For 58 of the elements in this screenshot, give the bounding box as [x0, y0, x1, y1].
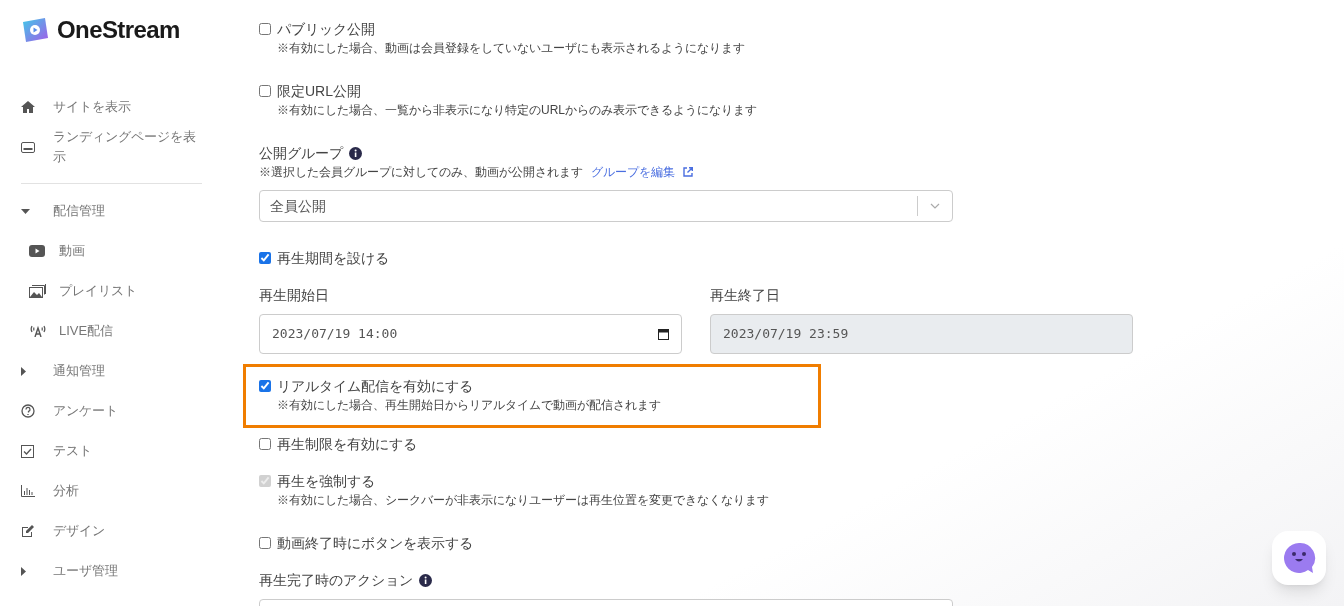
checkbox[interactable]: [259, 252, 271, 264]
field-label: 再生完了時のアクション: [259, 570, 413, 590]
checkbox-label[interactable]: 動画終了時にボタンを表示する: [277, 532, 473, 554]
video-icon: [29, 245, 45, 257]
checkbox[interactable]: [259, 438, 271, 450]
question-icon: [21, 404, 35, 418]
checkbox[interactable]: [259, 380, 271, 392]
sidebar-item[interactable]: テスト: [21, 431, 202, 471]
logo-text: OneStream: [57, 15, 180, 45]
checkbox-label[interactable]: 再生期間を設ける: [277, 247, 389, 269]
checkbox-label[interactable]: パブリック公開: [277, 18, 375, 40]
checkbox-label[interactable]: 限定URL公開: [277, 80, 361, 102]
calendar-icon: [658, 328, 669, 340]
info-icon: [419, 573, 432, 587]
sidebar-item[interactable]: 動画: [21, 231, 202, 271]
date-field[interactable]: 2023/07/19 14:00: [259, 314, 682, 354]
checkbox-label[interactable]: リアルタイム配信を有効にする: [277, 375, 473, 397]
chat-button[interactable]: [1272, 531, 1326, 585]
sidebar-item[interactable]: サイトを表示: [21, 87, 202, 127]
help-text: ※有効にした場合、シークバーが非表示になりユーザーは再生位置を変更できなくなります: [276, 492, 770, 509]
info-icon: [349, 146, 362, 160]
bar-chart-icon: [21, 485, 35, 497]
external-link-icon: [683, 167, 693, 177]
sidebar-item[interactable]: デザイン: [21, 511, 202, 551]
field-label: 公開グループ: [259, 143, 343, 163]
edit-icon: [21, 524, 35, 538]
sidebar-item[interactable]: ランディングページを表示: [21, 127, 202, 167]
help-text: ※有効にした場合、再生開始日からリアルタイムで動画が配信されます: [276, 397, 662, 414]
help-text: ※有効にした場合、一覧から非表示になり特定のURLからのみ表示できるようになります: [276, 102, 758, 119]
checkbox-icon: [21, 444, 34, 458]
sidebar-item[interactable]: プレイリスト: [21, 271, 202, 311]
sidebar-item[interactable]: ユーザ管理: [21, 551, 202, 591]
images-icon: [29, 284, 47, 298]
logo-icon: [21, 16, 49, 44]
screen-icon: [21, 141, 35, 153]
sidebar-item[interactable]: LIVE配信: [21, 311, 202, 351]
caret-icon: [21, 208, 30, 214]
caret-icon: [21, 366, 26, 376]
field-label: 再生開始日: [259, 286, 330, 305]
caret-icon: [21, 566, 26, 576]
sidebar-item[interactable]: 通知管理: [21, 351, 202, 391]
help-text: ※選択した会員グループに対してのみ、動画が公開されます: [259, 164, 583, 181]
checkbox-label[interactable]: 再生制限を有効にする: [277, 433, 417, 455]
sidebar-item[interactable]: アンケート: [21, 391, 202, 431]
date-field: 2023/07/19 23:59: [710, 314, 1133, 354]
broadcast-icon: [29, 325, 47, 337]
chevron-down-icon: [930, 203, 940, 209]
checkbox[interactable]: [259, 23, 271, 35]
checkbox[interactable]: [259, 537, 271, 549]
field-label: 再生終了日: [710, 286, 781, 305]
checkbox[interactable]: [259, 85, 271, 97]
help-text: ※有効にした場合、動画は会員登録をしていないユーザにも表示されるようになります: [276, 40, 746, 57]
sidebar-item[interactable]: 分析: [21, 471, 202, 511]
select-field[interactable]: 全員公開: [259, 190, 953, 222]
chat-bubble-icon: [1282, 541, 1316, 575]
home-icon: [21, 101, 35, 113]
edit-group-link[interactable]: グループを編集: [591, 163, 675, 181]
sidebar-item[interactable]: 配信管理: [21, 191, 202, 231]
